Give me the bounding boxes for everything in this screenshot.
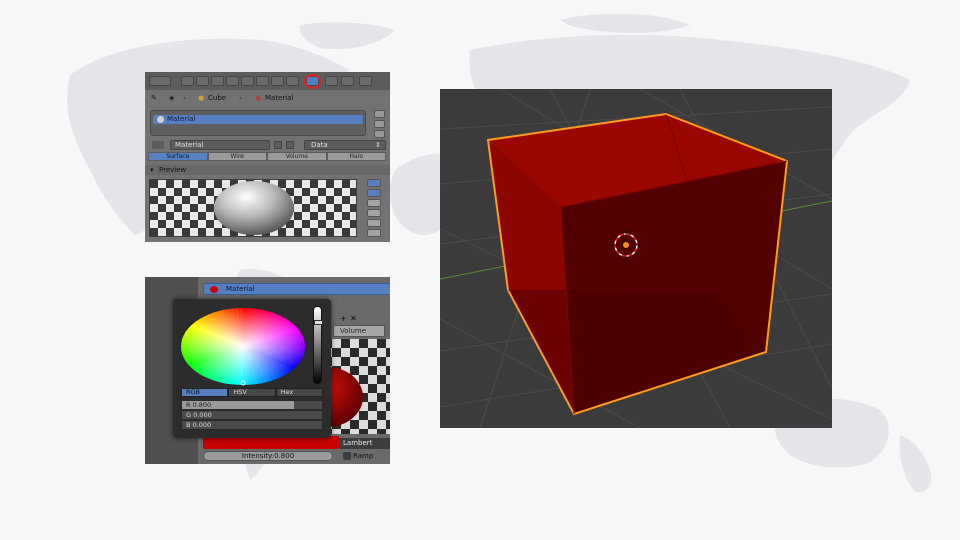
value-slider-handle[interactable] (314, 320, 323, 325)
color-mode-tabs: RGB HSV Hex (181, 388, 323, 397)
value-slider[interactable] (313, 306, 322, 384)
tab-hex[interactable]: Hex (275, 388, 323, 397)
chevron-updown-icon: ⇕ (375, 141, 381, 149)
breadcrumb-separator: › (183, 94, 186, 102)
mesh-icon: ◈ (169, 94, 175, 102)
material-properties-panel: ✎ ◈ › ● Cube › ● Material Material Mater… (145, 72, 390, 242)
world-tab[interactable] (226, 76, 239, 86)
material-preview (149, 179, 357, 237)
properties-tab-bar (145, 72, 390, 90)
material-datablock-row: Material Data ⇕ (148, 140, 388, 150)
3d-viewport[interactable] (440, 89, 832, 428)
tab-hsv[interactable]: HSV (228, 388, 276, 397)
remove-slot-button[interactable] (374, 120, 385, 128)
material-tab-highlight-circle (304, 74, 321, 89)
preview-skysphere-button[interactable] (367, 229, 381, 237)
pin-icon[interactable]: ✎ (151, 94, 157, 102)
breadcrumb: ✎ ◈ › ● Cube › ● Material (145, 92, 390, 106)
render-layers-tab[interactable] (196, 76, 209, 86)
link-data-dropdown[interactable]: Data ⇕ (304, 140, 386, 150)
blue-value-field[interactable]: B 0.000 (181, 420, 323, 430)
breadcrumb-object[interactable]: Cube (208, 94, 226, 102)
material-slot-label: Material (167, 115, 196, 123)
add-material-icon[interactable]: + (340, 314, 347, 323)
material-slot-label: Material (226, 285, 255, 293)
data-tab[interactable] (286, 76, 299, 86)
modifiers-tab[interactable] (271, 76, 284, 86)
preview-render (150, 180, 356, 236)
color-wheel[interactable] (180, 307, 306, 386)
green-value-field[interactable]: G 0.000 (181, 410, 323, 420)
add-material-icon[interactable] (274, 141, 282, 149)
tab-volume[interactable]: Volume (333, 325, 385, 337)
tab-surface[interactable]: Surface (148, 152, 208, 161)
viewport-scene[interactable] (440, 89, 832, 428)
preview-flat-button[interactable] (367, 179, 381, 187)
preview-header-label: Preview (159, 166, 187, 174)
material-action-icons: + ✕ (340, 314, 390, 323)
preview-sphere-button[interactable] (367, 189, 381, 197)
unlink-material-icon[interactable]: ✕ (350, 314, 357, 323)
object-origin-dot (622, 241, 630, 249)
preview-panel-header[interactable]: ▾ Preview (145, 165, 390, 175)
material-sphere-icon: ● (255, 94, 262, 102)
material-slot-list[interactable]: Material (150, 110, 366, 136)
constraints-tab[interactable] (256, 76, 269, 86)
diffuse-shader-dropdown[interactable]: Lambert (339, 438, 390, 449)
preview-render (323, 339, 390, 434)
diffuse-color-panel: Material + ✕ Volume Lambert Intensity:0.… (145, 277, 390, 464)
material-browse-icon[interactable] (152, 141, 164, 149)
link-data-label: Data (311, 141, 328, 149)
cube-object[interactable] (486, 112, 789, 416)
unlink-material-icon[interactable] (286, 141, 294, 149)
preview-cube-button[interactable] (367, 199, 381, 207)
material-preview-partial (323, 339, 390, 434)
material-sphere-icon (157, 116, 164, 123)
color-picker-popup: RGB HSV Hex R 0.800 G 0.000 B 0.000 (173, 299, 331, 438)
add-slot-button[interactable] (374, 110, 385, 118)
cube-object-icon: ● (198, 94, 205, 102)
preview-sphere (214, 181, 294, 235)
ramp-label: Ramp (353, 452, 374, 460)
preview-hair-button[interactable] (367, 219, 381, 227)
breadcrumb-separator: › (239, 94, 242, 102)
material-sphere-icon (210, 286, 218, 293)
material-slot-row[interactable]: Material (153, 115, 363, 124)
scene-tab[interactable] (211, 76, 224, 86)
render-tab[interactable] (181, 76, 194, 86)
breadcrumb-material[interactable]: Material (265, 94, 293, 102)
material-name-field[interactable]: Material (170, 140, 270, 150)
tab-wire[interactable]: Wire (207, 152, 267, 161)
tab-volume[interactable]: Volume (267, 152, 327, 161)
collapse-triangle-icon: ▾ (150, 166, 154, 174)
intensity-slider[interactable]: Intensity:0.800 (203, 451, 333, 461)
preview-type-buttons (367, 179, 383, 239)
cube-bottom-shade (508, 290, 766, 414)
particles-tab[interactable] (341, 76, 354, 86)
ramp-checkbox[interactable]: Ramp (341, 451, 390, 461)
slot-menu-button[interactable] (374, 130, 385, 138)
material-slot-row[interactable]: Material (203, 283, 390, 295)
texture-tab[interactable] (325, 76, 338, 86)
tab-halo[interactable]: Halo (326, 152, 386, 161)
rgb-value-fields: R 0.800 G 0.000 B 0.000 (181, 400, 323, 430)
checkbox-box (343, 452, 351, 460)
object-tab[interactable] (241, 76, 254, 86)
tab-rgb[interactable]: RGB (181, 388, 229, 397)
physics-tab[interactable] (359, 76, 372, 86)
surface-type-tabs: Surface Wire Volume Halo (148, 152, 386, 161)
red-value-field[interactable]: R 0.800 (181, 400, 323, 410)
slot-side-buttons (374, 110, 386, 140)
preview-monkey-button[interactable] (367, 209, 381, 217)
editor-type-button[interactable] (149, 76, 171, 86)
hue-saturation-wheel[interactable] (180, 307, 306, 386)
